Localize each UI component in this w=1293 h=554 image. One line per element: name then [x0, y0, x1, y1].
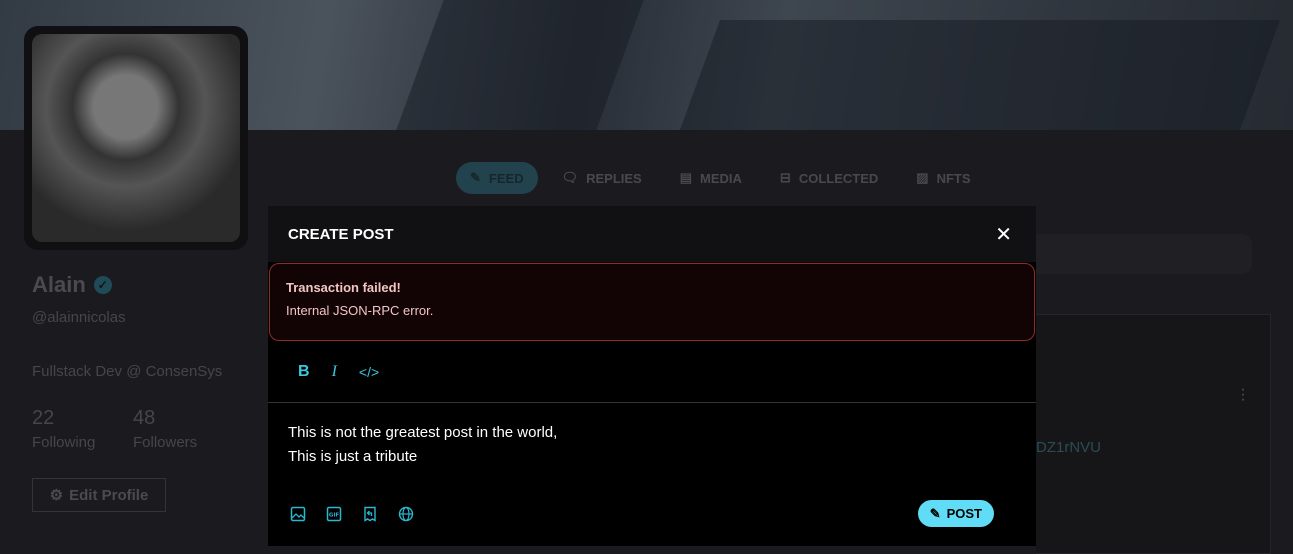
more-options-icon[interactable]: · · ·: [1240, 382, 1246, 408]
film-icon: ▤: [679, 170, 693, 185]
gif-icon[interactable]: GIF: [326, 506, 342, 522]
followers-label: Followers: [133, 434, 198, 451]
profile-handle: @alainnicolas: [32, 309, 126, 326]
error-alert: Transaction failed! Internal JSON-RPC er…: [269, 263, 1035, 341]
globe-icon[interactable]: [398, 506, 414, 522]
profile-name-text: Alain: [32, 272, 86, 297]
format-toolbar: B I </>: [268, 341, 1036, 403]
code-button[interactable]: </>: [359, 364, 379, 380]
modal-title: CREATE POST: [288, 225, 394, 243]
profile-bio: Fullstack Dev @ ConsenSys: [32, 363, 223, 380]
bold-button[interactable]: B: [298, 363, 310, 381]
tab-label: REPLIES: [586, 170, 642, 186]
post-button[interactable]: ✎ POST: [917, 500, 994, 527]
svg-text:GIF: GIF: [329, 512, 340, 518]
tab-replies[interactable]: 🗨 REPLIES: [562, 162, 656, 194]
gear-icon: ⚙: [49, 487, 64, 504]
error-detail: Internal JSON-RPC error.: [286, 303, 434, 318]
tab-label: NFTS: [936, 170, 971, 186]
tab-collected[interactable]: ⊟ COLLECTED: [780, 162, 892, 194]
tab-label: MEDIA: [700, 170, 742, 186]
italic-button[interactable]: I: [332, 363, 337, 381]
tab-nfts[interactable]: ▨ NFTS: [916, 162, 984, 194]
error-title: Transaction failed!: [286, 280, 401, 295]
verified-icon: ✓: [93, 276, 112, 294]
new-post-bar[interactable]: [1036, 234, 1252, 274]
tab-label: FEED: [488, 170, 524, 186]
image-icon: ▨: [916, 170, 929, 185]
followers-stat[interactable]: 48 Followers: [133, 407, 197, 451]
create-post-modal: CREATE POST ✕ Transaction failed! Intern…: [268, 206, 1036, 546]
post-button-label: POST: [946, 506, 982, 521]
edit-profile-button[interactable]: ⚙ Edit Profile: [32, 478, 166, 512]
followers-count: 48: [133, 407, 156, 429]
collect-icon[interactable]: [362, 506, 378, 522]
following-stat[interactable]: 22 Following: [32, 407, 95, 451]
following-label: Following: [32, 434, 96, 451]
close-icon[interactable]: ✕: [995, 222, 1012, 247]
edit-profile-label: Edit Profile: [69, 486, 149, 504]
post-actions: GIF ✎ POST: [268, 500, 1036, 527]
profile-name: Alain ✓: [32, 272, 112, 298]
collection-icon: ⊟: [779, 170, 791, 185]
pencil-square-icon: ✎: [929, 505, 941, 521]
tab-feed[interactable]: ✎ FEED: [456, 162, 538, 194]
post-text-line: This is just a tribute: [288, 448, 418, 465]
avatar: [24, 26, 248, 250]
tab-label: COLLECTED: [798, 170, 879, 186]
image-icon[interactable]: [290, 506, 306, 522]
chat-bubbles-icon: 🗨: [561, 170, 579, 185]
post-editor[interactable]: This is not the greatest post in the wor…: [268, 403, 1036, 487]
following-count: 22: [32, 407, 55, 429]
pencil-square-icon: ✎: [470, 170, 481, 185]
tab-media[interactable]: ▤ MEDIA: [680, 162, 756, 194]
feed-card-address[interactable]: DZ1rNVU: [1036, 439, 1101, 456]
feed-card: · · · DZ1rNVU: [1036, 314, 1271, 554]
profile-tabs: ✎ FEED 🗨 REPLIES ▤ MEDIA ⊟ COLLECTED ▨ NFTS: [456, 162, 985, 194]
post-text-line: This is not the greatest post in the wor…: [288, 424, 558, 441]
